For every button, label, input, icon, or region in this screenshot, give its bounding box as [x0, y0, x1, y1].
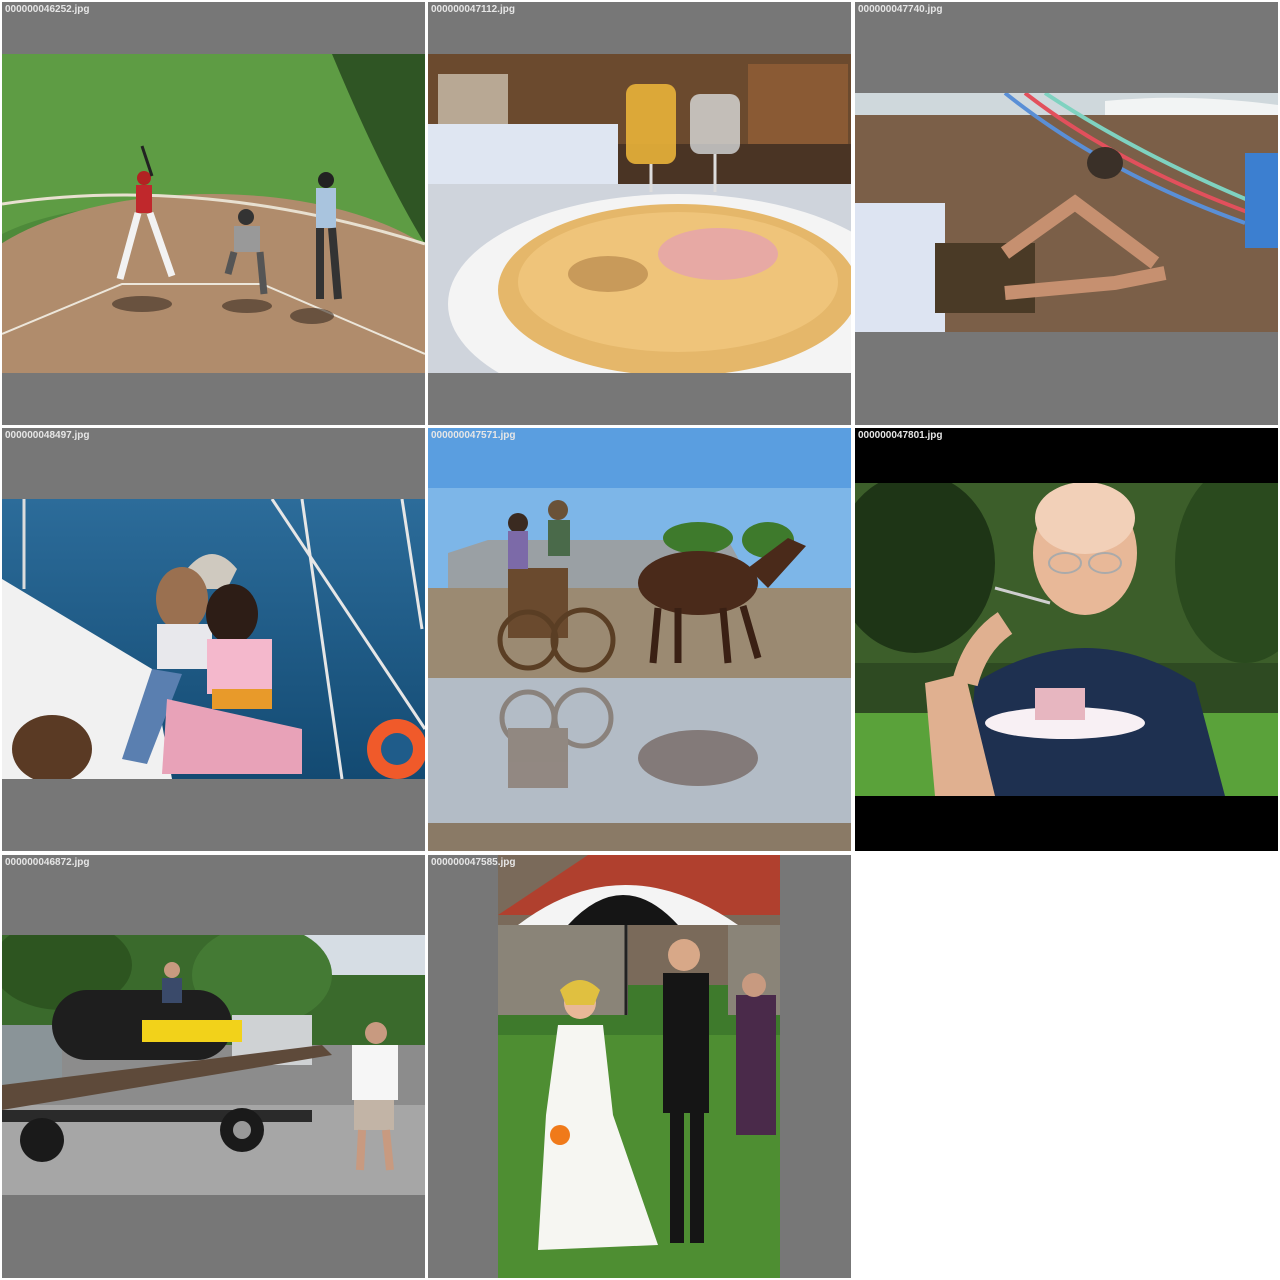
filename-label: 000000046252.jpg [5, 4, 90, 15]
image-tile[interactable]: 000000047112.jpg [428, 2, 851, 425]
image-tile[interactable]: 000000048497.jpg [2, 428, 425, 851]
filename-label: 000000046872.jpg [5, 857, 90, 868]
photo-flatbed-truck[interactable] [2, 935, 425, 1195]
filename-label: 000000047585.jpg [431, 857, 516, 868]
filename-label: 000000048497.jpg [5, 430, 90, 441]
filename-label: 000000047740.jpg [858, 4, 943, 15]
image-tile[interactable]: 000000046872.jpg [2, 855, 425, 1278]
photo-pizza[interactable] [428, 54, 851, 373]
image-tile[interactable]: 000000046252.jpg [2, 2, 425, 425]
photo-baseball[interactable] [2, 54, 425, 373]
photo-man-eating-cake[interactable] [855, 483, 1278, 796]
photo-sailboat[interactable] [2, 499, 425, 779]
photo-horse-carriage[interactable] [428, 428, 851, 851]
image-tile[interactable]: 000000047585.jpg [428, 855, 851, 1278]
photo-beach[interactable] [855, 93, 1278, 332]
image-tile[interactable]: 000000047740.jpg [855, 2, 1278, 425]
filename-label: 000000047112.jpg [431, 4, 515, 15]
filename-label: 000000047571.jpg [431, 430, 516, 441]
image-tile[interactable]: 000000047801.jpg [855, 428, 1278, 851]
filename-label: 000000047801.jpg [858, 430, 943, 441]
image-tile[interactable]: 000000047571.jpg [428, 428, 851, 851]
image-grid: 000000046252.jpg 000000047112.jpg 000000… [0, 0, 1280, 1280]
photo-wedding-umbrella[interactable] [498, 855, 780, 1278]
